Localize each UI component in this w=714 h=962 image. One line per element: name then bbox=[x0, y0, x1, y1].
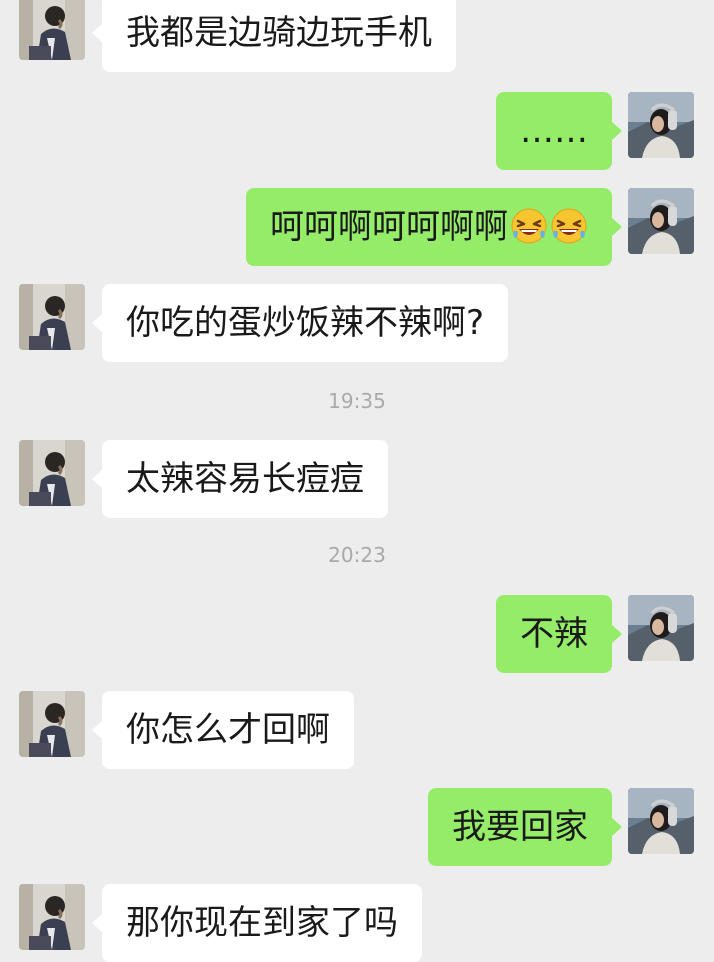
contact-avatar[interactable] bbox=[19, 440, 85, 506]
message-text: 呵呵啊呵呵啊啊 bbox=[270, 207, 508, 247]
incoming-message-bubble[interactable]: 你怎么才回啊 bbox=[92, 691, 354, 769]
incoming-message-bubble[interactable]: 太辣容易长痘痘 bbox=[92, 440, 388, 518]
own-avatar[interactable] bbox=[628, 788, 694, 854]
outgoing-message-bubble[interactable]: 呵呵啊呵呵啊啊 bbox=[246, 188, 622, 266]
own-avatar[interactable] bbox=[628, 188, 694, 254]
avatar-photo-icon bbox=[19, 884, 85, 950]
laughing-tears-emoji-icon bbox=[550, 207, 588, 245]
incoming-message-bubble[interactable]: 我都是边骑边玩手机 bbox=[92, 0, 456, 72]
avatar-photo-icon bbox=[628, 788, 694, 854]
laughing-tears-emoji-icon bbox=[510, 207, 548, 245]
timestamp: 20:23 bbox=[328, 543, 386, 567]
avatar-photo-icon bbox=[628, 92, 694, 158]
outgoing-message-bubble[interactable]: 我要回家 bbox=[428, 788, 622, 866]
avatar-photo-icon bbox=[19, 284, 85, 350]
incoming-message-bubble[interactable]: 你吃的蛋炒饭辣不辣啊? bbox=[91, 284, 509, 362]
contact-avatar[interactable] bbox=[19, 0, 85, 60]
own-avatar[interactable] bbox=[628, 92, 694, 158]
contact-avatar[interactable] bbox=[19, 284, 85, 350]
incoming-message-bubble[interactable]: 那你现在到家了吗 bbox=[92, 884, 422, 962]
avatar-photo-icon bbox=[19, 0, 85, 60]
avatar-photo-icon bbox=[19, 440, 85, 506]
own-avatar[interactable] bbox=[628, 595, 694, 661]
contact-avatar[interactable] bbox=[19, 884, 85, 950]
outgoing-message-bubble[interactable]: 不辣 bbox=[496, 595, 622, 673]
avatar-photo-icon bbox=[628, 595, 694, 661]
avatar-photo-icon bbox=[19, 691, 85, 757]
avatar-photo-icon bbox=[628, 188, 694, 254]
outgoing-message-bubble[interactable]: …… bbox=[496, 92, 622, 170]
contact-avatar[interactable] bbox=[19, 691, 85, 757]
timestamp: 19:35 bbox=[328, 389, 386, 413]
